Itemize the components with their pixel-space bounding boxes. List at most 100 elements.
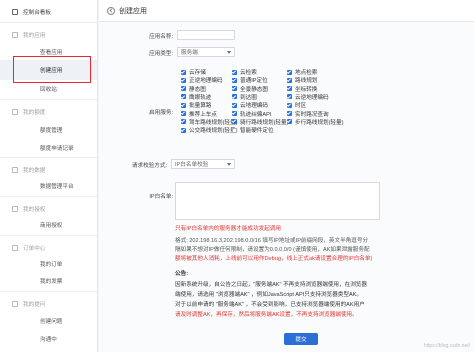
service-label: 时区 [295, 103, 307, 110]
sidebar-item-quota-apply[interactable]: 额度申请记录 [0, 138, 97, 158]
service-label: 普通IP定位 [240, 78, 268, 85]
service-label: 全景静态图 [240, 86, 268, 93]
checkbox-checked-icon[interactable] [287, 69, 292, 75]
checkbox-checked-icon[interactable] [232, 94, 237, 100]
service-checkbox-item[interactable]: 正逆地理编码 [181, 76, 223, 84]
service-label: 云逆地理编码 [295, 94, 329, 101]
service-checkbox-item[interactable]: 时区 [287, 101, 306, 109]
back-icon[interactable] [107, 6, 115, 15]
service-label: 骑行路线规划(轻量) [240, 119, 289, 126]
checkbox-checked-icon[interactable] [181, 119, 186, 125]
notice-line: 因新系统升级，自公告之日起，"服务端AK" 不再支持浏览器端使用，在浏览器 [175, 282, 367, 288]
service-label: 到达圈 [240, 94, 257, 101]
checkbox-checked-icon[interactable] [181, 94, 186, 100]
services-label: 启用服务: [149, 110, 173, 116]
checkbox-checked-icon[interactable] [181, 86, 186, 92]
checkbox-checked-icon[interactable] [287, 111, 292, 116]
service-checkbox-item[interactable]: 推荐上车点 [181, 110, 217, 118]
service-checkbox-item[interactable]: 鹰眼轨迹 [181, 93, 211, 101]
sidebar-item-label: 控制台看板 [23, 10, 51, 16]
checkbox-checked-icon[interactable] [181, 77, 186, 83]
service-label: 轨迹纠偏API [240, 111, 272, 118]
service-checkbox-item[interactable]: 地点检索 [287, 68, 317, 76]
watermark: https://blog.csdn.net/ [423, 343, 470, 349]
checkbox-checked-icon[interactable] [287, 86, 292, 92]
sidebar-item-dashboard[interactable]: 控制台看板 [0, 2, 97, 22]
service-label: 步行路线规划(轻量) [295, 119, 344, 126]
quota-icon [12, 109, 18, 115]
verify-method-select[interactable]: IP白名单校验 [171, 159, 235, 169]
service-label: 路线规划 [295, 78, 318, 85]
service-label: 推荐上车点 [189, 111, 217, 118]
service-checkbox-item[interactable]: 骑行路线规划(轻量) [232, 118, 288, 126]
service-checkbox-item[interactable]: 轨迹纠偏API [232, 110, 271, 118]
checkbox-checked-icon[interactable] [181, 127, 186, 133]
notice-line: 端使用，请选用 "浏览器端AK" ，例如JavaScript API只支持浏览器… [175, 292, 363, 298]
ip-whitelist-textarea[interactable] [175, 182, 380, 220]
checkbox-checked-icon[interactable] [232, 119, 237, 125]
ip-format-line: 隔如果不想对IP做任何限制，请设置为0.0.0.0/0 (谨慎使用，AK如果泄露… [175, 247, 370, 253]
checkbox-checked-icon[interactable] [287, 102, 292, 108]
service-checkbox-item[interactable]: 云地理编码 [232, 101, 268, 109]
checkbox-checked-icon[interactable] [287, 119, 292, 125]
service-checkbox-item[interactable]: 全景静态图 [232, 85, 268, 93]
checkbox-checked-icon[interactable] [181, 102, 186, 108]
ip-format-line: 格式: 202.198.16.3,202.198.0.0/16 填写IP地址或I… [175, 238, 369, 244]
service-checkbox-item[interactable]: 云存储 [181, 68, 206, 76]
service-label: 云地理编码 [240, 103, 268, 110]
highlight-box [13, 56, 91, 83]
orders-icon [12, 245, 18, 251]
service-checkbox-item[interactable]: 到达圈 [232, 93, 257, 101]
sidebar: 控制台看板 我的应用 查看应用 创建应用 回收站 我的额度 额度管理 额度申请记… [0, 0, 98, 352]
checkbox-checked-icon[interactable] [287, 94, 292, 100]
sidebar-section-my-quota: 我的额度 [0, 102, 97, 122]
sidebar-item-commercial-license[interactable]: 商用授权 [0, 215, 97, 235]
checkbox-checked-icon[interactable] [181, 111, 186, 116]
app-name-input[interactable] [177, 30, 235, 40]
page-title: 创建应用 [119, 7, 147, 15]
service-checkbox-item[interactable]: 智能硬件定位 [232, 126, 274, 134]
service-checkbox-item[interactable]: 驾车路线规划(轻量) [181, 118, 237, 126]
app-type-label: 应用类型: [149, 51, 173, 57]
chevron-down-icon [227, 51, 231, 54]
checkbox-unchecked-icon[interactable] [232, 127, 237, 133]
checkbox-checked-icon[interactable] [232, 86, 237, 92]
service-checkbox-item[interactable]: 静态图 [181, 85, 206, 93]
service-checkbox-item[interactable]: 普通IP定位 [232, 76, 268, 84]
service-checkbox-item[interactable]: 云逆地理编码 [287, 93, 329, 101]
service-checkbox-item[interactable]: 路线规划 [287, 76, 317, 84]
sidebar-item-my-invoice[interactable]: 我的发票 [0, 271, 97, 291]
service-checkbox-item[interactable]: 批量算路 [181, 101, 211, 109]
service-checkbox-item[interactable]: 公交路线规划(轻量) [181, 126, 237, 134]
page-header: 创建应用 [99, 0, 474, 22]
sidebar-item-quota-mgmt[interactable]: 额度管理 [0, 120, 97, 140]
submit-button[interactable]: 提交 [284, 333, 318, 345]
service-label: 驾车路线规划(轻量) [189, 119, 238, 126]
checkbox-checked-icon[interactable] [287, 77, 292, 83]
service-checkbox-item[interactable]: 实时路况查询 [287, 110, 329, 118]
service-label: 实时路况查询 [295, 111, 329, 118]
service-checkbox-item[interactable]: 坐标转换 [287, 85, 317, 93]
app-type-select[interactable]: 服务端 [177, 47, 235, 57]
service-label: 地点检索 [295, 70, 318, 76]
main-panel: 创建应用 应用名称: 应用类型: 服务端 启用服务: 云存储 云检索 地点检索 正逆地… [99, 0, 474, 352]
service-checkbox-item[interactable]: 步行路线规划(轻量) [287, 118, 343, 126]
ip-format-warning: 额将被其他人消耗，上线前可以用作Debug，线上正式ak请设置合理的IP白名单) [175, 256, 373, 262]
chevron-down-icon [227, 163, 231, 166]
checkbox-checked-icon[interactable] [181, 69, 186, 75]
checkbox-checked-icon[interactable] [232, 77, 237, 83]
service-label: 正逆地理编码 [189, 78, 223, 85]
ip-whitelist-label: IP白名单: [149, 194, 173, 200]
checkbox-checked-icon[interactable] [232, 69, 237, 75]
service-checkbox-item[interactable]: 云检索 [232, 68, 257, 76]
license-icon [12, 206, 18, 212]
data-icon [12, 167, 18, 173]
checkbox-checked-icon[interactable] [232, 102, 237, 108]
notice-line: 对于以前申请的 "服务端AK" ，不会受到影响，已支持浏览器端使用的AK用户 [175, 302, 365, 308]
sidebar-item-data-upload[interactable]: 数据管理平台 [0, 176, 97, 196]
service-label: 静态图 [189, 86, 206, 93]
sidebar-item-talk[interactable]: 沟通中 [0, 329, 97, 349]
ip-warning: 只有IP白名单内的服务器才能成功发起调用 [175, 226, 281, 232]
sidebar-item-create-ticket[interactable]: 创建问题 [0, 311, 97, 331]
checkbox-checked-icon[interactable] [232, 111, 237, 116]
